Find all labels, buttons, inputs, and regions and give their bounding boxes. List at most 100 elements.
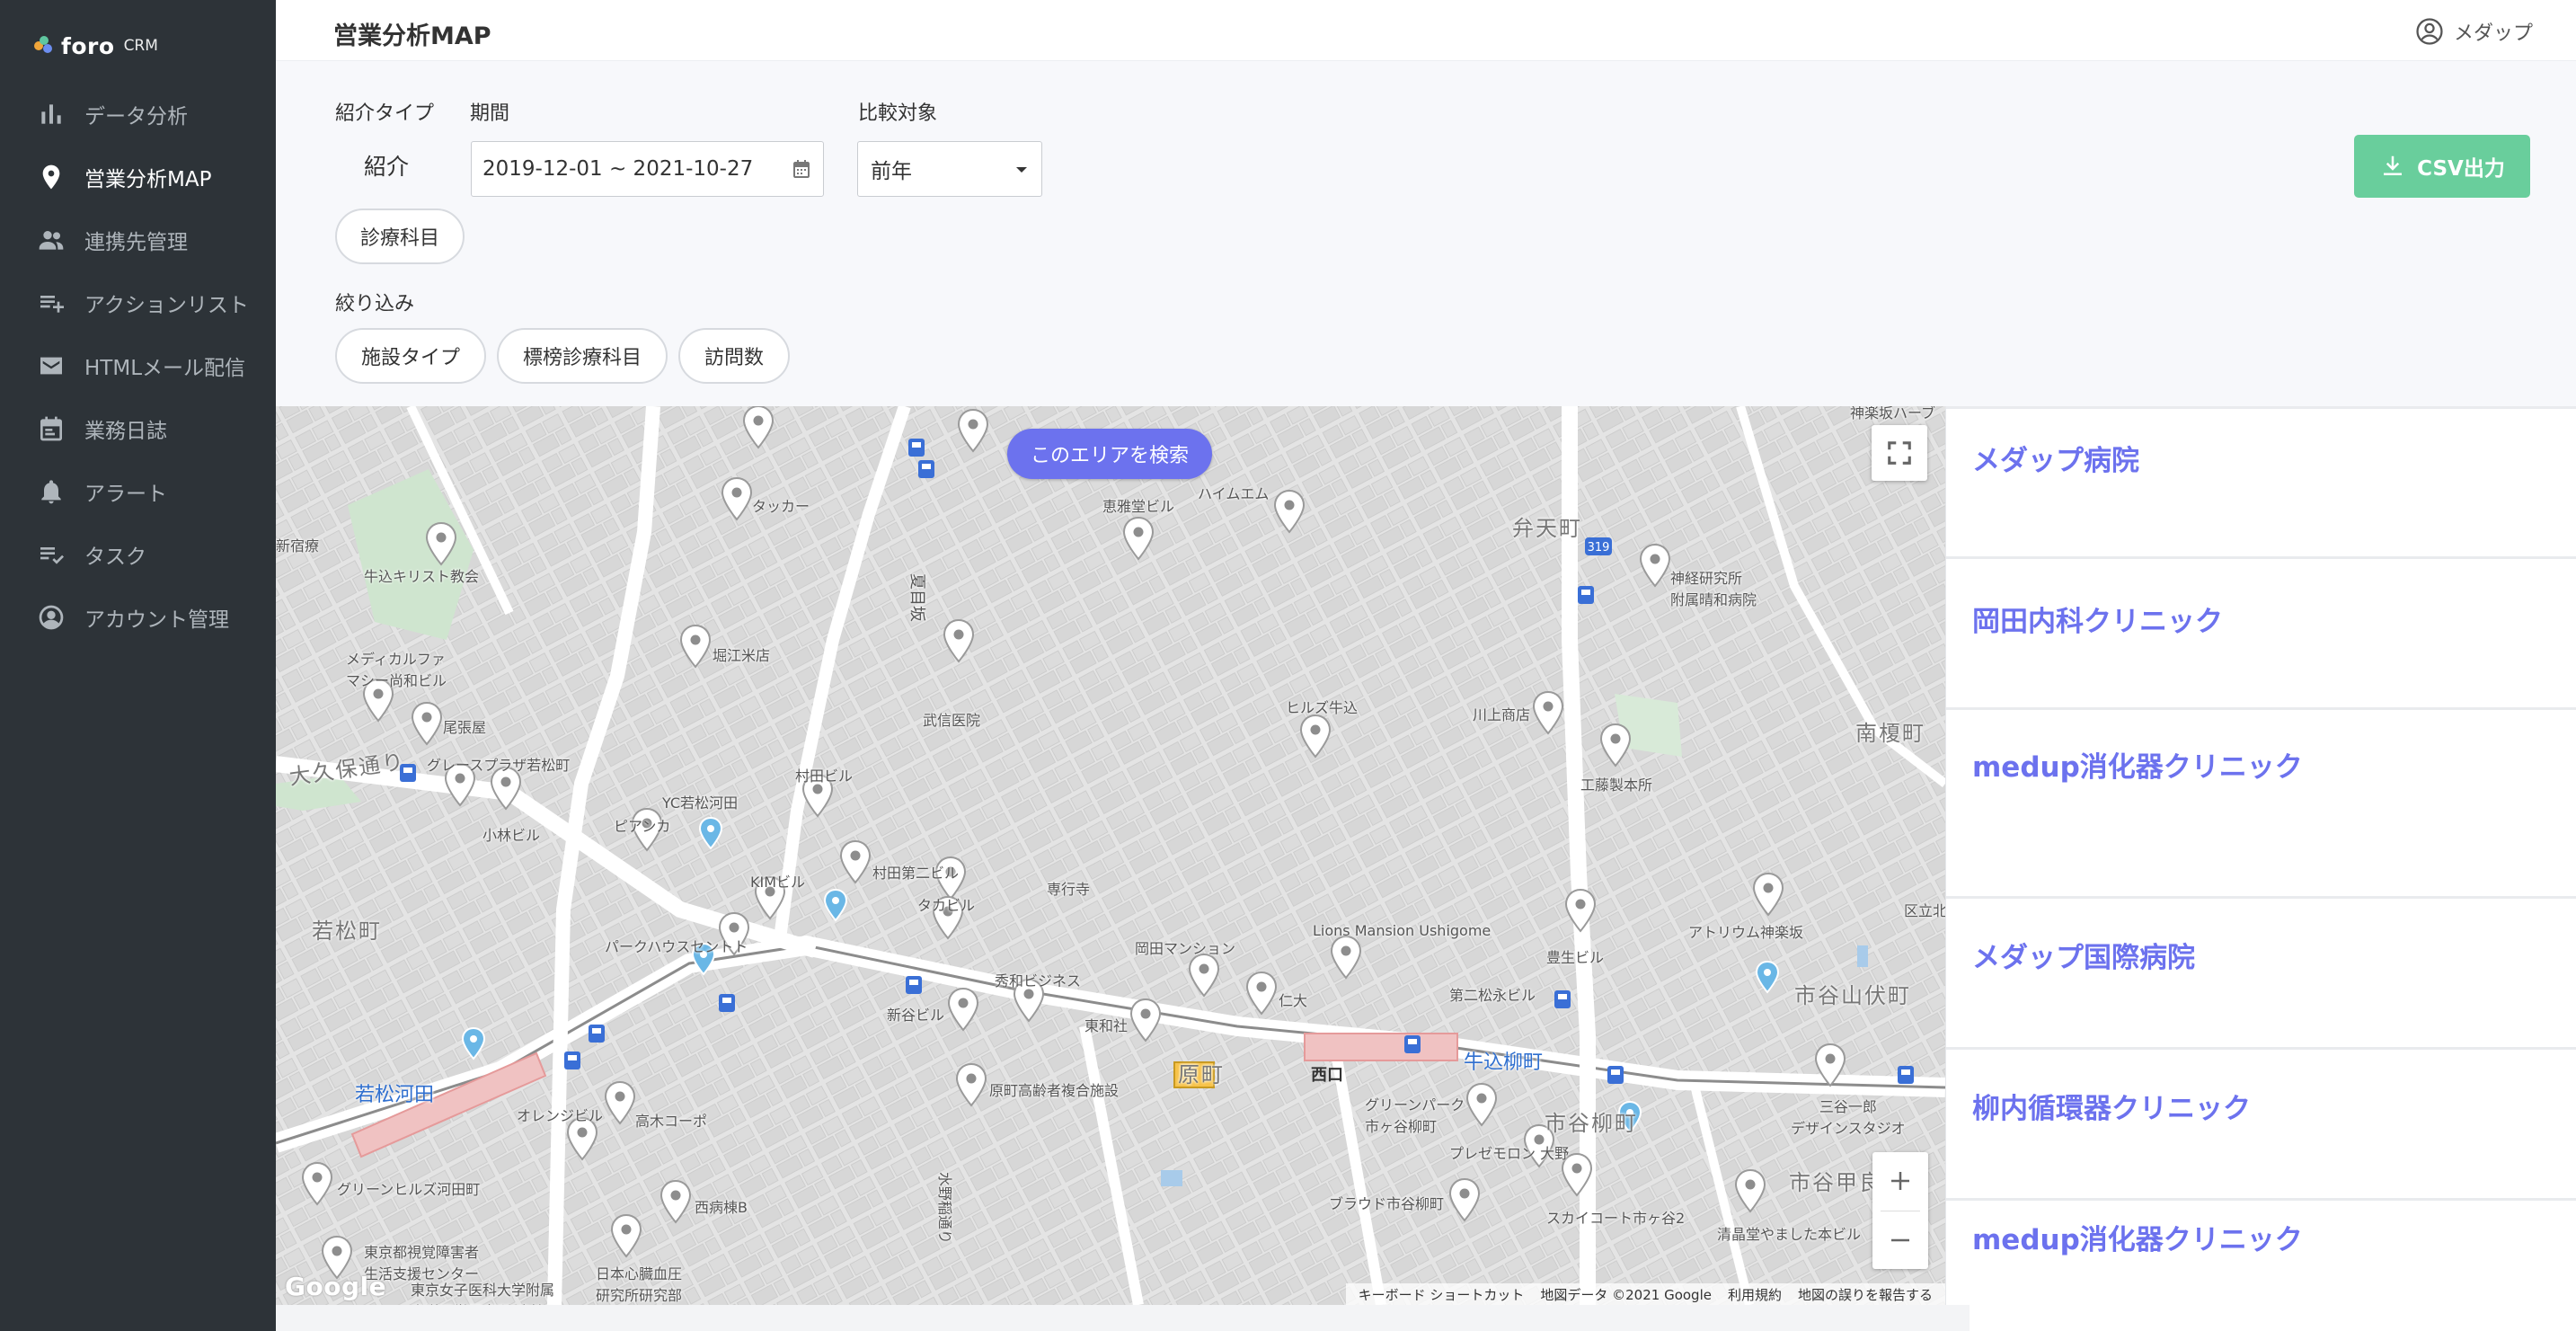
map-label: 新宿療 <box>276 537 320 555</box>
map-label: 牛込キリスト教会 <box>364 568 480 585</box>
facility-name[interactable]: 柳内循環器クリニック <box>1972 1086 2251 1126</box>
facility-name[interactable]: メダップ国際病院 <box>1972 935 2195 975</box>
svg-text:319: 319 <box>1588 541 1610 555</box>
sidebar-nav: データ分析 営業分析MAP 連携先管理 アクションリスト HTMLメール配信 業… <box>0 83 276 649</box>
map-label: 若松河田 <box>355 1084 435 1106</box>
facility-name[interactable]: medup消化器クリニック <box>1972 1217 2303 1257</box>
list-item[interactable]: medup消化器クリニック <box>1946 1198 2576 1331</box>
map-label: 神楽坂ハーブ <box>1850 406 1936 421</box>
sidebar-item-label: 営業分析MAP <box>84 168 212 191</box>
map-label: 豊生ビル <box>1546 949 1605 966</box>
facility-type-chip[interactable]: 施設タイプ <box>335 328 486 384</box>
sidebar-item-alert[interactable]: アラート <box>0 460 276 523</box>
sidebar-item-action-list[interactable]: アクションリスト <box>0 271 276 334</box>
map-label: グリーンヒルズ河田町 <box>337 1181 481 1198</box>
listed-dept-chip[interactable]: 標榜診療科目 <box>497 328 668 384</box>
map-label: ハイムエム <box>1198 485 1270 502</box>
sidebar-item-label: 業務日誌 <box>84 420 167 443</box>
narrow-label: 絞り込み <box>335 293 415 315</box>
map-label: パークハウスセントト <box>605 938 748 955</box>
sidebar-item-task[interactable]: タスク <box>0 523 276 586</box>
map-label: 西口 <box>1311 1066 1343 1085</box>
list-item[interactable]: 岡田内科クリニック <box>1946 556 2576 707</box>
sidebar-item-partners[interactable]: 連携先管理 <box>0 209 276 271</box>
map-label: 原町 <box>1178 1062 1225 1087</box>
map-footer: キーボード ショートカット 地図データ ©2021 Google 利用規約 地図… <box>1345 1283 1945 1305</box>
logo-text: foro <box>61 32 115 59</box>
visit-count-chip[interactable]: 訪問数 <box>678 328 790 384</box>
map-label: 尾張屋 <box>443 719 487 736</box>
account-icon <box>36 602 66 633</box>
zoom-in-button[interactable] <box>1872 1152 1928 1211</box>
map-label: 岡田マンション <box>1135 940 1236 957</box>
list-item[interactable]: medup消化器クリニック <box>1946 707 2576 896</box>
sidebar-item-html-mail[interactable]: HTMLメール配信 <box>0 334 276 397</box>
plus-icon <box>1891 1172 1909 1191</box>
report-error-link[interactable]: 地図の誤りを報告する <box>1798 1285 1933 1304</box>
filter-panel: 紹介タイプ 紹介 期間 2019-12-01 ~ 2021-10-27 比較対象… <box>276 61 2576 406</box>
map-label: ブラウド市谷柳町 <box>1329 1195 1445 1212</box>
sidebar-item-label: データ分析 <box>84 105 188 129</box>
user-menu[interactable]: メダップ <box>2414 16 2533 47</box>
sidebar-item-sales-map[interactable]: 営業分析MAP <box>0 146 276 209</box>
sidebar-item-label: 連携先管理 <box>84 231 188 254</box>
sidebar-item-label: アラート <box>84 483 167 506</box>
map-label: 村田ビル <box>795 768 854 785</box>
sidebar-item-business-log[interactable]: 業務日誌 <box>0 397 276 460</box>
map-label: 神経研究所 附属晴和病院 <box>1670 570 1757 608</box>
logo-icon <box>34 36 54 56</box>
map-label: タカビル <box>917 897 976 914</box>
map-label: 秀和ビジネス <box>995 972 1082 989</box>
google-logo: Google <box>285 1272 387 1301</box>
page-title: 営業分析MAP <box>333 22 491 50</box>
map-label: 区立北 <box>1904 902 1945 919</box>
map-data-credit: 地図データ ©2021 Google <box>1540 1286 1712 1303</box>
list-item[interactable]: 柳内循環器クリニック <box>1946 1047 2576 1198</box>
user-icon <box>2416 18 2443 45</box>
map-label: 堀江米店 <box>713 647 771 664</box>
map-label: ヒルズ牛込 <box>1286 699 1359 716</box>
compare-select[interactable]: 前年 <box>857 141 1042 197</box>
map-label: ピアンカ <box>614 818 671 835</box>
csv-label: CSV出力 <box>2417 157 2505 181</box>
sidebar-item-account[interactable]: アカウント管理 <box>0 586 276 649</box>
fullscreen-button[interactable] <box>1872 425 1927 481</box>
map-label: 市谷甲良 <box>1789 1170 1882 1195</box>
zoom-out-button[interactable] <box>1872 1211 1928 1270</box>
bottom-strip <box>276 1305 1970 1331</box>
list-item[interactable]: メダップ病院 <box>1946 406 2576 569</box>
map-label: 原町高齢者複合施設 <box>989 1082 1120 1099</box>
map-label: 若松町 <box>312 918 382 944</box>
csv-export-button[interactable]: CSV出力 <box>2354 135 2530 198</box>
list-item[interactable]: メダップ国際病院 <box>1946 896 2576 1047</box>
map-label: 南榎町 <box>1855 721 1925 746</box>
map-label: 三谷一郎 デザインスタジオ <box>1791 1098 1906 1137</box>
map-view[interactable]: 319 タッカー 牛込キリスト教会 メディカルファ マシー尚和ビル 堀江米店 武… <box>276 406 1945 1305</box>
map-canvas[interactable]: 319 <box>276 406 1945 1305</box>
sidebar-item-label: HTMLメール配信 <box>84 357 246 380</box>
terms-link[interactable]: 利用規約 <box>1728 1285 1782 1304</box>
period-date-field[interactable]: 2019-12-01 ~ 2021-10-27 <box>471 141 824 197</box>
search-this-area-button[interactable]: このエリアを検索 <box>1007 429 1212 479</box>
map-label: 東和社 <box>1084 1017 1129 1034</box>
sidebar-item-data-analysis[interactable]: データ分析 <box>0 83 276 146</box>
dept-filter-chip[interactable]: 診療科目 <box>335 209 465 264</box>
map-label: グリーンパーク 市ヶ谷柳町 <box>1365 1096 1465 1135</box>
app-logo[interactable]: foro CRM <box>34 31 158 61</box>
facility-name[interactable]: 岡田内科クリニック <box>1972 599 2223 639</box>
map-label: 恵雅堂ビル <box>1102 498 1175 515</box>
keyboard-shortcuts-link[interactable]: キーボード ショートカット <box>1359 1285 1525 1304</box>
map-label: 日本心臓血圧 研究所研究部 <box>596 1265 683 1304</box>
map-label: 川上商店 <box>1473 706 1531 723</box>
facility-name[interactable]: medup消化器クリニック <box>1972 744 2303 785</box>
calendar-icon[interactable] <box>791 158 812 180</box>
map-label: Lions Mansion Ushigome <box>1313 922 1492 939</box>
period-label: 期間 <box>470 102 510 125</box>
map-label: 市谷山伏町 <box>1794 983 1911 1008</box>
sidebar-item-label: アカウント管理 <box>84 608 229 632</box>
calendar-icon <box>36 413 66 444</box>
map-label: 夏目坂 <box>907 573 926 622</box>
map-label: 弁天町 <box>1512 516 1582 541</box>
facility-name[interactable]: メダップ病院 <box>1972 438 2139 478</box>
zoom-control <box>1872 1152 1928 1269</box>
